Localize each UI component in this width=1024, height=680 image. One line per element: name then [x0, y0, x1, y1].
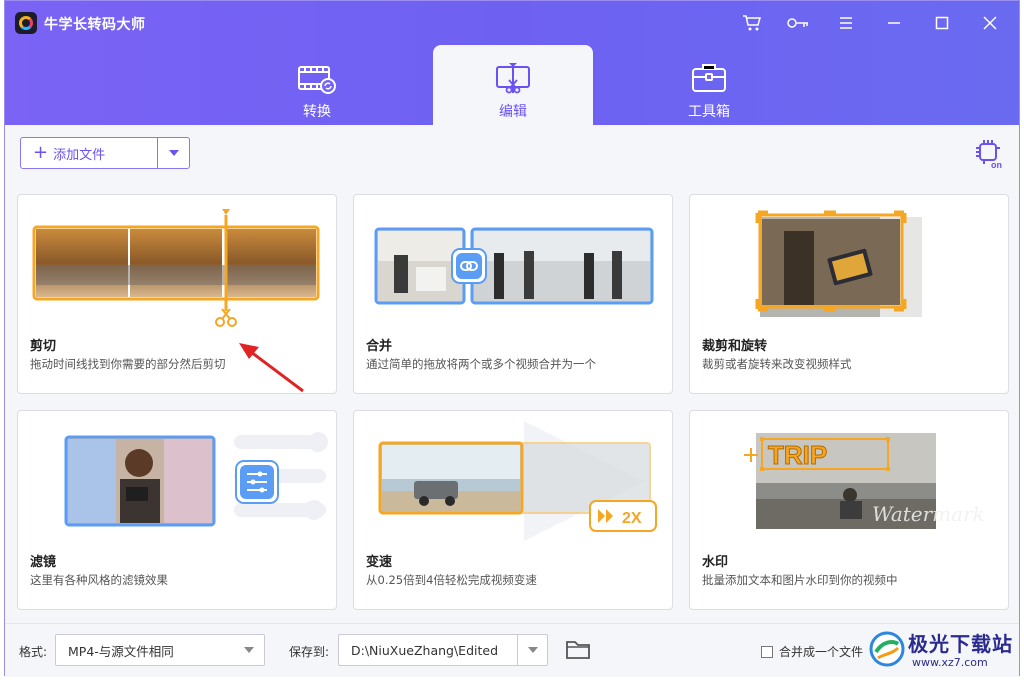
tab-edit-label: 编辑 — [499, 104, 527, 120]
card-speed-title: 变速 — [366, 555, 393, 570]
crop-illustration — [755, 210, 922, 317]
watermark-sample-script: Watermark — [872, 502, 985, 526]
chevron-down-icon — [527, 647, 538, 653]
speed-illustration: 2X — [378, 421, 657, 541]
merge-label: 合并成一个文件 — [779, 645, 864, 659]
card-filter-title: 滤镜 — [30, 555, 57, 570]
svg-text:on: on — [991, 160, 1002, 169]
cart-icon[interactable] — [739, 11, 765, 35]
minimize-icon[interactable] — [881, 11, 907, 35]
hardware-acceleration-icon[interactable]: on — [975, 139, 1005, 169]
speed-badge-text: 2X — [622, 510, 642, 527]
app-title: 牛学长转码大师 — [44, 17, 146, 33]
card-crop-rotate-desc: 裁剪或者旋转来改变视频样式 — [702, 357, 852, 371]
format-label: 格式: — [19, 645, 48, 659]
tab-edit[interactable]: 编辑 — [433, 45, 593, 125]
add-file-label: 添加文件 — [53, 147, 106, 163]
card-crop-rotate[interactable]: 裁剪和旋转 裁剪或者旋转来改变视频样式 — [689, 194, 1009, 394]
convert-icon — [298, 66, 336, 94]
add-file-button[interactable]: + 添加文件 — [21, 138, 157, 168]
app-logo-icon — [15, 12, 37, 34]
site-watermark: 极光下载站 www.xz7.com — [868, 626, 1020, 676]
menu-icon[interactable] — [833, 11, 859, 35]
card-cut-title: 剪切 — [30, 339, 57, 354]
tab-toolbox[interactable]: 工具箱 — [629, 45, 789, 125]
card-cut-desc: 拖动时间线找到你需要的部分然后剪切 — [30, 357, 226, 371]
add-file-dropdown[interactable] — [157, 138, 189, 168]
key-icon[interactable] — [785, 11, 811, 35]
annotation-arrow-icon — [239, 343, 304, 393]
footer-bar: 格式: MP4-与源文件相同 保存到: D:\NiuXueZhang\Edite… — [5, 623, 1019, 677]
merge-illustration — [374, 227, 654, 305]
card-watermark-title: 水印 — [702, 555, 729, 570]
maximize-icon[interactable] — [929, 11, 955, 35]
chevron-down-icon — [244, 647, 254, 653]
edit-icon — [496, 63, 530, 94]
tab-convert[interactable]: 转换 — [237, 45, 397, 125]
merge-into-one-toggle[interactable]: 合并成一个文件 — [761, 643, 863, 660]
header-bar: 牛学长转码大师 转换 编辑 工具箱 — [5, 1, 1019, 125]
merge-checkbox[interactable] — [761, 645, 773, 658]
card-merge-title: 合并 — [366, 339, 393, 354]
card-merge-desc: 通过简单的拖放将两个或多个视频合并为一个 — [366, 357, 596, 371]
cut-illustration — [32, 209, 320, 327]
format-select[interactable]: MP4-与源文件相同 — [55, 634, 265, 666]
app-window: 牛学长转码大师 转换 编辑 工具箱 + 添加文件 on 剪切 拖动时间线找到你需… — [4, 0, 1020, 677]
site-logo-icon — [869, 631, 905, 667]
tab-convert-label: 转换 — [303, 104, 331, 120]
card-merge[interactable]: 合并 通过简单的拖放将两个或多个视频合并为一个 — [353, 194, 673, 394]
save-path-value: D:\NiuXueZhang\Edited — [351, 642, 499, 658]
card-crop-rotate-title: 裁剪和旋转 — [702, 339, 768, 354]
chevron-down-icon — [168, 150, 179, 156]
filter-illustration — [64, 432, 328, 527]
plus-icon: + — [33, 142, 49, 163]
card-filter-desc: 这里有各种风格的滤镜效果 — [30, 573, 168, 587]
site-watermark-text: 极光下载站 — [908, 632, 1013, 656]
watermark-illustration: TRIP Watermark — [744, 433, 985, 529]
format-value: MP4-与源文件相同 — [68, 643, 174, 659]
save-to-label: 保存到: — [289, 645, 330, 659]
card-speed-desc: 从0.25倍到4倍轻松完成视频变速 — [366, 573, 537, 587]
save-path-select[interactable]: D:\NiuXueZhang\Edited — [338, 634, 548, 666]
site-watermark-url: www.xz7.com — [912, 656, 988, 669]
add-file-button-group: + 添加文件 — [20, 137, 190, 169]
card-speed[interactable]: 2X 变速 从0.25倍到4倍轻松完成视频变速 — [353, 410, 673, 610]
close-icon[interactable] — [977, 11, 1003, 35]
card-filter[interactable]: 滤镜 这里有各种风格的滤镜效果 — [17, 410, 337, 610]
tab-toolbox-label: 工具箱 — [688, 104, 730, 120]
toolbox-icon — [692, 64, 726, 92]
card-watermark-desc: 批量添加文本和图片水印到你的视频中 — [702, 573, 898, 587]
watermark-sample-text: TRIP — [768, 440, 827, 470]
folder-icon[interactable] — [565, 638, 591, 660]
card-watermark[interactable]: TRIP Watermark 水印 批量添加文本和图片水印到你的视频中 — [689, 410, 1009, 610]
